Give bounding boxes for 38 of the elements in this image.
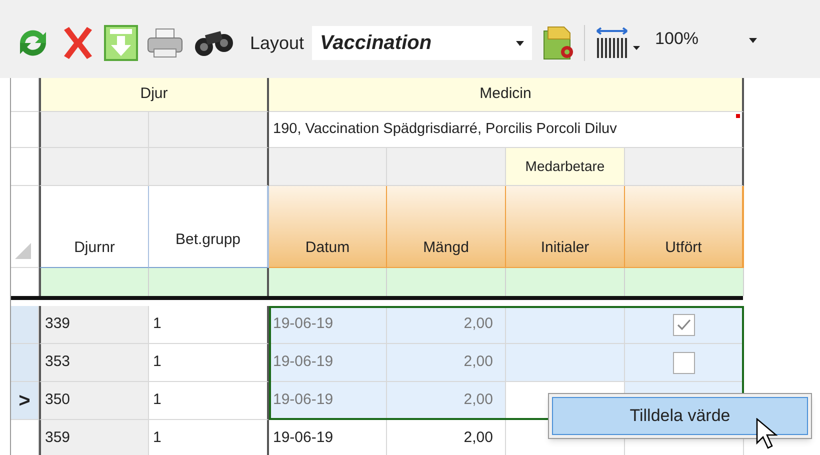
medicine-name: 190, Vaccination Spädgrisdiarré, Porcilis Porcoli Diluv xyxy=(269,112,744,148)
table-cell: 353 xyxy=(39,344,149,382)
group-header: Medicin xyxy=(269,78,744,112)
corner-icon xyxy=(15,243,31,259)
table-cell: 2,00 xyxy=(387,382,506,420)
layout-dropdown[interactable]: Vaccination xyxy=(312,26,532,60)
table-cell: 359 xyxy=(39,420,149,455)
zoom-dropdown[interactable]: 100% xyxy=(651,26,762,60)
column-header[interactable]: Utfört xyxy=(625,186,744,268)
printer-icon[interactable] xyxy=(146,27,184,59)
table-cell: 1 xyxy=(149,382,269,420)
table-cell: 2,00 xyxy=(387,306,506,344)
row-header[interactable]: > xyxy=(11,382,39,420)
caret-icon xyxy=(749,38,758,43)
column-header[interactable]: Datum xyxy=(269,186,387,268)
column-header[interactable]: Initialer xyxy=(506,186,625,268)
column-header[interactable]: Mängd xyxy=(387,186,506,268)
table-cell: 2,00 xyxy=(387,344,506,382)
subgroup-header: Medarbetare xyxy=(506,148,625,186)
table-cell: 1 xyxy=(149,344,269,382)
filter-cell[interactable] xyxy=(149,268,269,296)
check-icon xyxy=(677,318,691,330)
table-cell: 19-06-19 xyxy=(269,306,387,344)
cursor-icon xyxy=(756,418,778,450)
checkbox[interactable] xyxy=(673,352,695,374)
menu-item[interactable]: Tilldela värde xyxy=(552,397,808,435)
group-header: Djur xyxy=(39,78,269,112)
column-header[interactable]: Bet.grupp xyxy=(149,186,269,268)
download-icon[interactable] xyxy=(104,25,138,61)
table-cell: 19-06-19 xyxy=(269,382,387,420)
table-cell: 339 xyxy=(39,306,149,344)
table-cell: 19-06-19 xyxy=(269,344,387,382)
column-header[interactable]: Djurnr xyxy=(39,186,149,268)
caret-icon xyxy=(516,40,524,46)
table-cell: 1 xyxy=(149,306,269,344)
layout-label: Layout xyxy=(250,32,304,55)
table-cell: 350 xyxy=(39,382,149,420)
checkbox[interactable] xyxy=(673,314,695,336)
